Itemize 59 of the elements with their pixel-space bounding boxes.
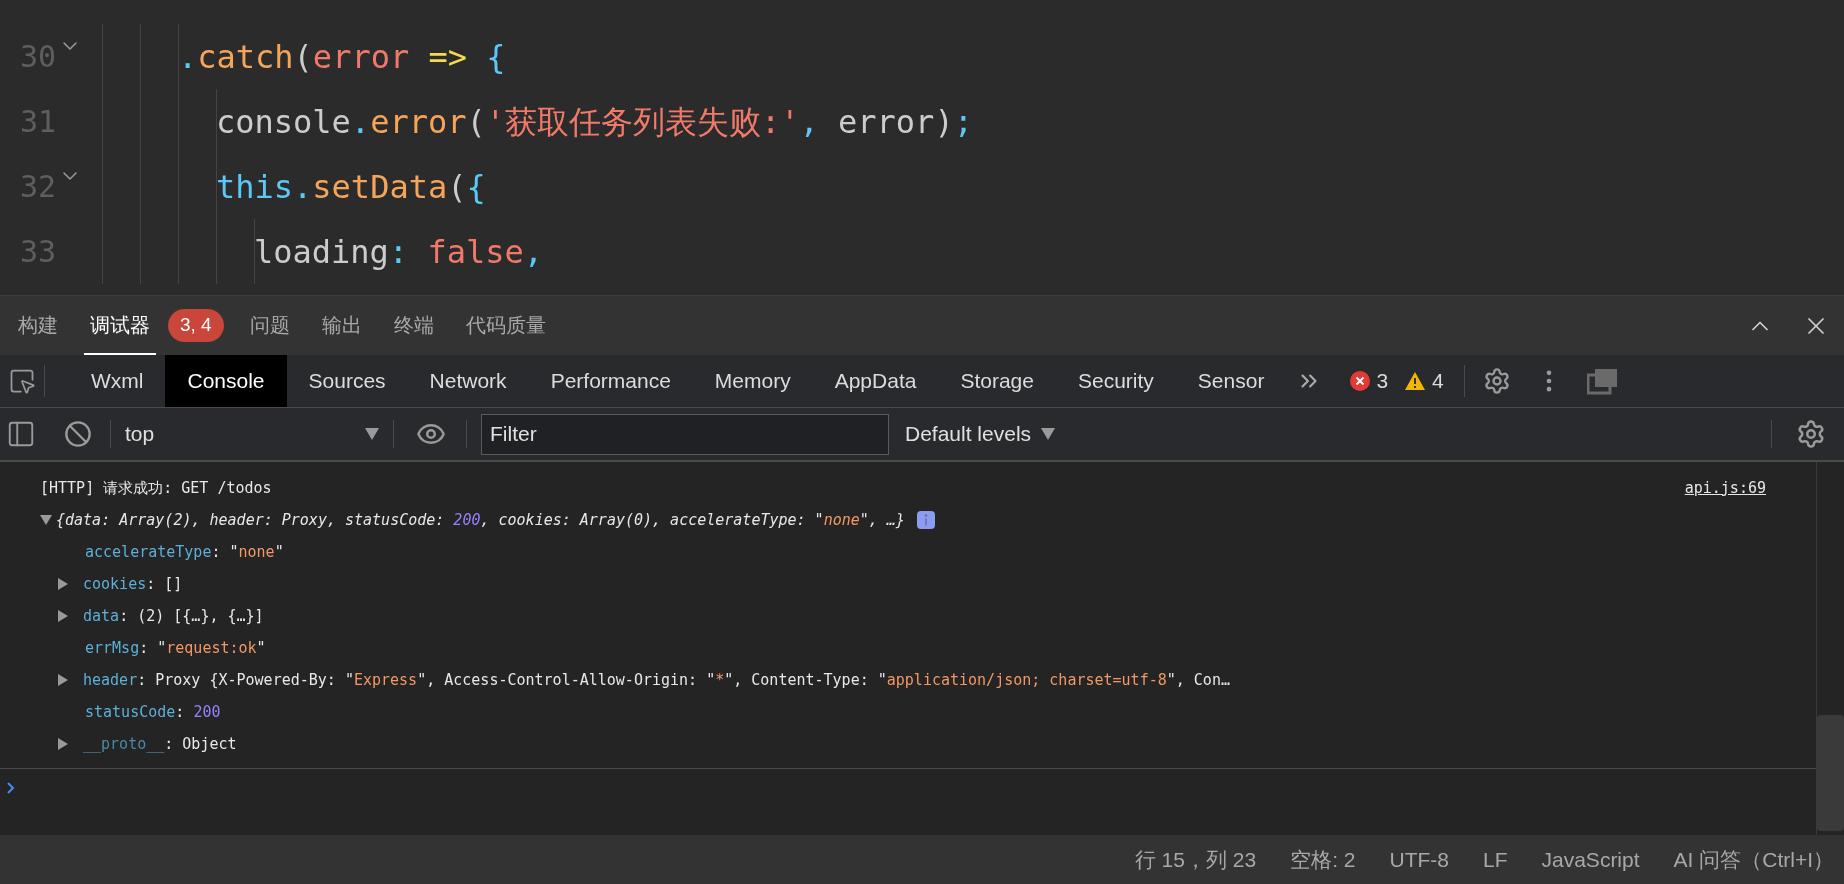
info-icon	[916, 511, 935, 529]
log-levels-dropdown[interactable]: Default levels	[905, 418, 1056, 450]
devtools-tab[interactable]: Sources	[286, 355, 408, 407]
collapsed-triangle-icon[interactable]	[58, 578, 68, 590]
log-message: [HTTP] 请求成功: GET /todos	[40, 477, 272, 499]
devtools-tab[interactable]: Performance	[528, 355, 693, 407]
object-summary: {data: Array(2), header: Proxy, statusCode: 200, cookies: Array(0), accelerateType: "none", …}	[56, 509, 905, 531]
collapsed-triangle-icon[interactable]	[58, 610, 68, 622]
object-property: errMsg: "request:ok"	[85, 637, 266, 659]
sidebar-toggle-icon[interactable]	[6, 419, 36, 449]
object-property: accelerateType: "none"	[85, 541, 284, 563]
clear-console-icon[interactable]	[64, 420, 92, 448]
devtools-tab[interactable]: AppData	[812, 355, 939, 407]
devtools-tab[interactable]: Sensor	[1175, 355, 1287, 407]
devtools-tab[interactable]: Security	[1056, 355, 1176, 407]
dock-icon[interactable]	[1586, 367, 1619, 395]
status-item[interactable]: 行 15，列 23	[1134, 843, 1257, 876]
expanded-triangle-icon[interactable]	[40, 515, 52, 525]
collapsed-triangle-icon[interactable]	[58, 738, 68, 750]
panel-tab[interactable]: 构建	[12, 296, 64, 355]
devtools-tab[interactable]: Memory	[692, 355, 813, 407]
dropdown-triangle-icon	[365, 428, 379, 440]
context-dropdown[interactable]: top	[111, 418, 393, 450]
warning-icon	[1404, 371, 1427, 391]
devtools-tab[interactable]: Network	[407, 355, 529, 407]
console-settings-icon[interactable]	[1796, 419, 1826, 449]
code-line: this.setData({	[216, 166, 486, 208]
devtools-tab[interactable]: Wxml	[69, 355, 166, 407]
devtools-tab[interactable]: Storage	[938, 355, 1056, 407]
source-link[interactable]: api.js:69	[1684, 476, 1766, 500]
warning-count: 4	[1432, 368, 1444, 395]
panel-tab[interactable]: 终端	[387, 296, 440, 355]
panel-tab[interactable]: 代码质量	[459, 296, 552, 355]
object-property: cookies: []	[83, 573, 183, 595]
object-property: header: Proxy {X-Powered-By: "Express", Access-Control-Allow-Origin: "*", Content-Type: "application/json; charset=utf-8", Con…	[83, 669, 1230, 691]
panel-tab[interactable]: 问题	[243, 296, 296, 355]
status-item[interactable]: UTF-8	[1389, 843, 1449, 876]
devtools-tab[interactable]: Console	[165, 355, 287, 407]
object-property: statusCode: 200	[85, 701, 221, 723]
code-line: .catch(error => {	[178, 36, 506, 78]
status-item[interactable]: AI 问答（Ctrl+I）	[1673, 843, 1834, 876]
collapsed-triangle-icon[interactable]	[58, 674, 68, 686]
status-item[interactable]: LF	[1483, 843, 1508, 876]
error-icon	[1350, 371, 1371, 391]
object-property: data: (2) [{…}, {…}]	[83, 605, 264, 627]
prompt-chevron-icon	[6, 780, 16, 795]
object-property: __proto__: Object	[83, 733, 237, 755]
dropdown-triangle-icon	[1041, 428, 1056, 440]
status-item[interactable]: 空格: 2	[1290, 843, 1356, 876]
code-line: loading: false,	[254, 231, 543, 273]
filter-field[interactable]: Filter	[481, 413, 889, 455]
scrollbar-thumb[interactable]	[1817, 715, 1844, 831]
count-badge: 3, 4	[168, 309, 224, 342]
error-count: 3	[1376, 368, 1389, 395]
settings-icon[interactable]	[1482, 367, 1511, 395]
code-line: console.error('获取任务列表失败:', error);	[216, 101, 973, 143]
status-item[interactable]: JavaScript	[1541, 843, 1640, 876]
inspect-element-icon[interactable]	[8, 367, 36, 395]
panel-tab[interactable]: 输出	[315, 296, 368, 355]
